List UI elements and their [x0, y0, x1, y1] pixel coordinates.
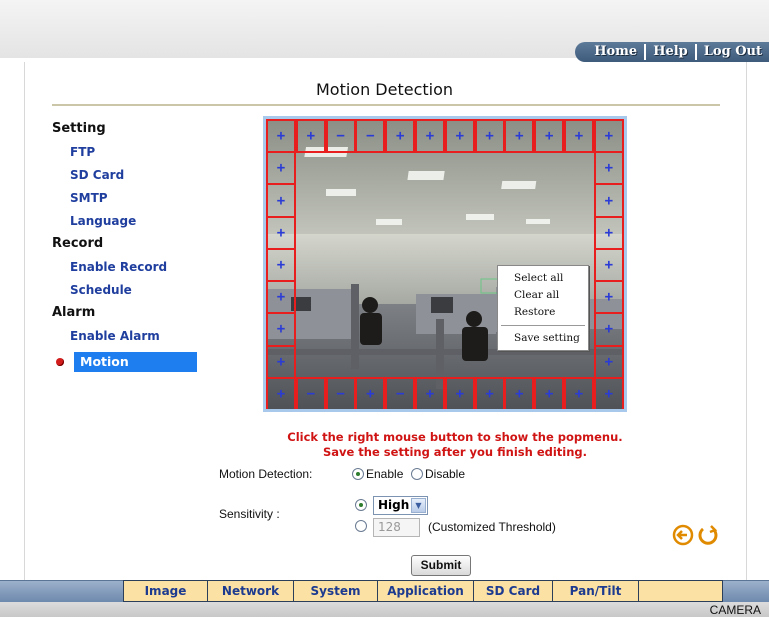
tab-system[interactable]: System [294, 580, 378, 602]
motion-grid-cell[interactable]: + [266, 215, 296, 250]
motion-grid-cell[interactable]: + [593, 280, 624, 315]
top-nav: Home Help Log Out [575, 42, 769, 62]
motion-grid-cell[interactable]: + [415, 376, 445, 409]
page-title: Motion Detection [315, 80, 454, 99]
tab-image[interactable]: Image [123, 580, 208, 602]
motion-grid-cell[interactable]: + [266, 119, 296, 154]
title-divider [52, 104, 720, 106]
chevron-down-icon[interactable]: ▼ [411, 498, 426, 513]
sensitivity-custom-option[interactable] [355, 520, 367, 532]
footer-camera-label: CAMERA [709, 603, 761, 617]
menu-item-restore[interactable]: Restore [498, 304, 588, 321]
motion-grid-cell[interactable]: + [534, 376, 565, 409]
motion-grid-cell[interactable]: + [444, 119, 475, 154]
sidebar-item-enable-record[interactable]: Enable Record [52, 258, 202, 281]
context-menu: Select all Clear all Restore Save settin… [497, 265, 589, 351]
motion-grid-cell[interactable]: + [266, 247, 296, 283]
motion-grid-cell[interactable]: + [593, 151, 624, 186]
motion-detection-label: Motion Detection: [219, 467, 313, 481]
sidebar-item-schedule[interactable]: Schedule [52, 281, 202, 304]
instruction-line-1: Click the right mouse button to show the… [287, 430, 623, 444]
motion-grid-cell[interactable]: + [564, 119, 594, 154]
camera-view[interactable]: + + + − − − − + + − + + + + + + + + + + + + + + + + + + + + + + + + + + + + [263, 116, 627, 412]
sensitivity-select-value: High [378, 498, 410, 512]
sidebar-heading-record: Record [52, 236, 104, 251]
motion-grid-cell[interactable]: + [266, 280, 296, 315]
submit-button[interactable]: Submit [411, 555, 471, 576]
disable-option[interactable]: Disable [411, 467, 465, 481]
motion-grid-cell[interactable]: − [325, 376, 356, 409]
sensitivity-custom-radio[interactable] [355, 520, 367, 532]
footer-band [0, 602, 769, 617]
back-arrow-icon[interactable] [672, 524, 694, 546]
motion-grid-cell[interactable]: + [504, 376, 535, 409]
instruction-line-2: Save the setting after you finish editin… [322, 445, 588, 459]
motion-grid-cell[interactable]: + [504, 119, 535, 154]
active-bullet-icon [56, 358, 64, 366]
sidebar-item-smtp[interactable]: SMTP [52, 189, 202, 212]
home-link[interactable]: Home [587, 44, 647, 60]
sidebar-heading-alarm: Alarm [52, 305, 96, 320]
bottom-tabs: Image Network System Application SD Card… [123, 580, 723, 602]
menu-item-save-setting[interactable]: Save setting [498, 330, 588, 347]
motion-grid-cell[interactable]: + [385, 119, 416, 154]
disable-radio[interactable] [411, 468, 423, 480]
enable-option[interactable]: Enable [352, 467, 403, 481]
motion-grid-cell[interactable]: + [266, 344, 296, 379]
enable-radio[interactable] [352, 468, 364, 480]
sidebar-item-sd-card[interactable]: SD Card [52, 166, 202, 189]
tab-sd-card[interactable]: SD Card [474, 580, 553, 602]
motion-grid-cell[interactable]: + [593, 344, 624, 379]
motion-grid-cell[interactable]: + [266, 376, 296, 409]
sidebar: Setting FTP SD Card SMTP Language Record… [52, 120, 202, 350]
motion-grid-cell[interactable]: + [593, 312, 624, 347]
sidebar-item-motion-detection[interactable]: Motion Detection [52, 351, 197, 385]
sidebar-item-enable-alarm[interactable]: Enable Alarm [52, 327, 202, 350]
tab-blank [639, 580, 723, 602]
tab-application[interactable]: Application [378, 580, 474, 602]
motion-grid-cell[interactable]: + [593, 183, 624, 218]
motion-grid-cell[interactable]: + [564, 376, 594, 409]
sensitivity-label: Sensitivity : [219, 507, 280, 521]
menu-item-select-all[interactable]: Select all [498, 270, 588, 287]
help-link[interactable]: Help [646, 44, 697, 60]
threshold-note: (Customized Threshold) [428, 520, 556, 534]
tab-pan-tilt[interactable]: Pan/Tilt [553, 580, 639, 602]
sidebar-item-label: Motion Detection [74, 352, 197, 385]
sidebar-item-language[interactable]: Language [52, 212, 202, 235]
logout-link[interactable]: Log Out [697, 44, 769, 60]
sidebar-item-ftp[interactable]: FTP [52, 143, 202, 166]
sensitivity-preset-radio[interactable] [355, 499, 367, 511]
disable-radio-label: Disable [425, 467, 466, 481]
motion-grid-cell[interactable]: + [593, 215, 624, 250]
sidebar-heading-setting: Setting [52, 121, 106, 136]
tab-network[interactable]: Network [208, 580, 294, 602]
enable-radio-label: Enable [366, 467, 404, 481]
motion-grid-cell[interactable]: + [444, 376, 475, 409]
motion-grid-cell[interactable]: + [593, 247, 624, 283]
motion-grid-cell[interactable]: + [474, 119, 505, 154]
menu-item-clear-all[interactable]: Clear all [498, 287, 588, 304]
motion-grid-cell[interactable]: + [266, 151, 296, 186]
motion-grid-cell[interactable]: − [385, 376, 416, 409]
motion-grid-cell[interactable]: + [355, 376, 386, 409]
motion-grid-cell[interactable]: + [415, 119, 445, 154]
sensitivity-preset-option[interactable] [355, 499, 367, 511]
motion-grid-cell[interactable]: − [355, 119, 386, 154]
motion-grid-cell[interactable]: − [325, 119, 356, 154]
motion-grid-cell[interactable]: + [266, 312, 296, 347]
camera-image [266, 119, 624, 409]
motion-grid-cell[interactable]: + [474, 376, 505, 409]
motion-grid-cell[interactable]: + [593, 376, 624, 409]
motion-grid-cell[interactable]: + [295, 119, 326, 154]
threshold-input[interactable]: 128 [373, 518, 420, 537]
sensitivity-select[interactable]: High ▼ [373, 496, 428, 515]
refresh-icon[interactable] [697, 524, 719, 546]
motion-grid-cell[interactable]: − [295, 376, 326, 409]
motion-grid-cell[interactable]: + [593, 119, 624, 154]
motion-grid-cell[interactable]: + [534, 119, 565, 154]
menu-separator [501, 325, 585, 326]
motion-grid-cell[interactable]: + [266, 183, 296, 218]
